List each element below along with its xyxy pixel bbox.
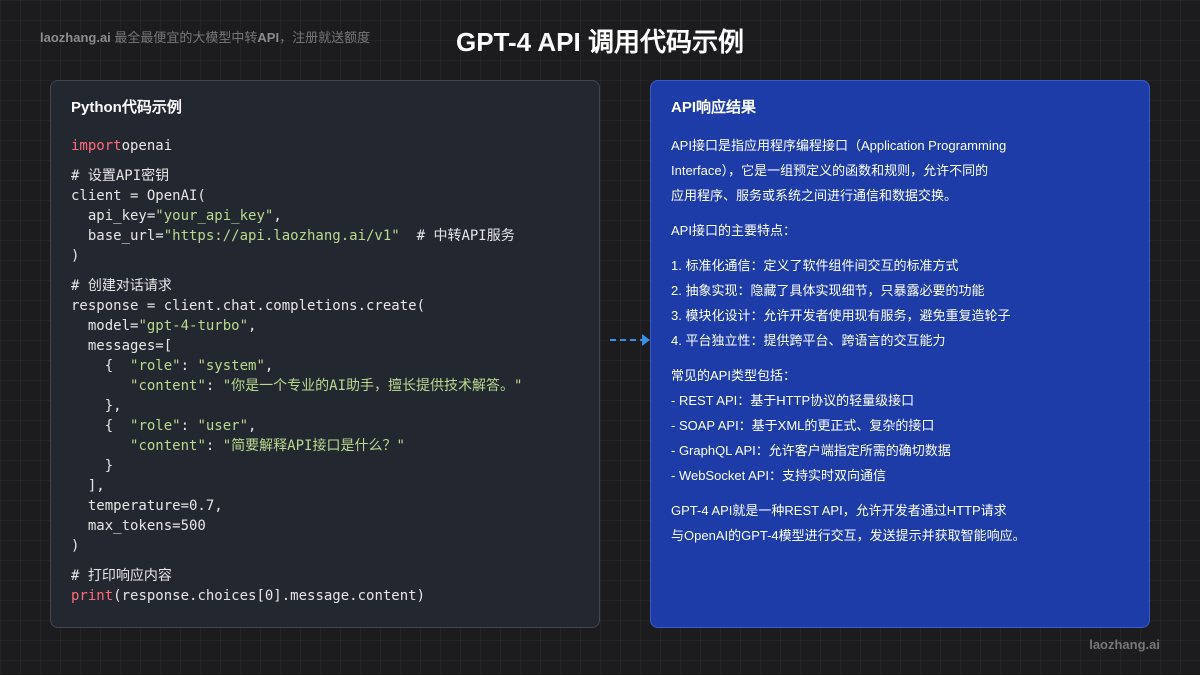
code-line: api_key="your_api_key", [71, 206, 587, 226]
response-line: 1. 标准化通信：定义了软件组件间交互的标准方式 [671, 258, 959, 273]
code-token: # 中转API服务 [399, 228, 515, 244]
code-token: "content" [130, 378, 206, 394]
response-gap [671, 211, 1131, 221]
code-line: "content": "简要解释API接口是什么？" [71, 436, 587, 456]
response-gap [671, 246, 1131, 256]
connector-arrow-icon [642, 334, 650, 346]
code-token: { [71, 418, 131, 434]
code-token: api_key= [71, 208, 156, 224]
code-token: { [71, 358, 131, 374]
footer-brand: laozhang.ai [1089, 637, 1160, 652]
code-token: client = OpenAI( [71, 188, 206, 204]
code-line: ], [71, 476, 587, 496]
code-token: import [71, 138, 122, 154]
code-token: : [205, 438, 223, 454]
response-body: API接口是指应用程序编程接口（Application Programming I… [671, 136, 1131, 551]
code-line: } [71, 456, 587, 476]
code-token: # 打印响应内容 [71, 568, 172, 584]
code-token: temperature=0.7, [71, 498, 223, 514]
code-token: # 创建对话请求 [71, 278, 172, 294]
code-token: }, [71, 398, 122, 414]
response-line: 2. 抽象实现：隐藏了具体实现细节，只暴露必要的功能 [671, 283, 985, 298]
code-token: ) [71, 248, 80, 264]
code-line: # 创建对话请求 [71, 276, 587, 296]
code-token: "你是一个专业的AI助手，擅长提供技术解答。" [222, 378, 523, 394]
code-gap [71, 556, 587, 566]
code-token: print [71, 588, 114, 604]
code-token: : [205, 378, 223, 394]
response-line: GPT-4 API就是一种REST API，允许开发者通过HTTP请求 [671, 503, 1007, 518]
code-line: ) [71, 536, 587, 556]
code-token: ], [71, 478, 105, 494]
page-title: GPT-4 API 调用代码示例 [456, 27, 744, 57]
code-panel: Python代码示例 importopenai # 设置API密钥 client =… [50, 80, 600, 628]
code-token: "content" [130, 438, 206, 454]
code-line: ) [71, 246, 587, 266]
connector-line [610, 339, 646, 341]
code-token: , [264, 358, 274, 374]
code-token: "role" [130, 358, 181, 374]
code-line: # 设置API密钥 [71, 166, 587, 186]
response-gap [671, 491, 1131, 501]
code-token: } [71, 458, 114, 474]
code-token: (response.choices[0].message.content) [113, 588, 426, 604]
code-line: print(response.choices[0].message.conten… [71, 586, 587, 606]
response-line: 应用程序、服务或系统之间进行通信和数据交换。 [671, 188, 958, 203]
code-token: "role" [130, 418, 181, 434]
code-token: : [180, 418, 198, 434]
response-panel: API响应结果 API接口是指应用程序编程接口（Application Prog… [650, 80, 1150, 628]
code-panel-title: Python代码示例 [71, 99, 182, 116]
code-token: ) [71, 538, 80, 554]
code-line: messages=[ [71, 336, 587, 356]
code-block: importopenai # 设置API密钥 client = OpenAI( ap… [71, 136, 587, 606]
code-line: }, [71, 396, 587, 416]
response-line: - GraphQL API：允许客户端指定所需的确切数据 [671, 443, 951, 458]
code-token: max_tokens=500 [71, 518, 206, 534]
response-line: - REST API：基于HTTP协议的轻量级接口 [671, 393, 915, 408]
code-token: , [248, 418, 257, 434]
response-gap [671, 356, 1131, 366]
code-gap [71, 156, 587, 166]
response-line: - SOAP API：基于XML的更正式、复杂的接口 [671, 418, 935, 433]
response-line: - WebSocket API：支持实时双向通信 [671, 468, 887, 483]
code-token: "user" [197, 418, 249, 434]
code-token: , [248, 318, 257, 334]
code-token: openai [121, 138, 173, 154]
code-line: max_tokens=500 [71, 516, 587, 536]
code-token: "your_api_key" [155, 208, 274, 224]
code-token: base_url= [71, 228, 164, 244]
code-token: response = client.chat.completions.creat… [71, 298, 426, 314]
code-line: model="gpt-4-turbo", [71, 316, 587, 336]
response-line: 与OpenAI的GPT-4模型进行交互，发送提示并获取智能响应。 [671, 528, 1026, 543]
code-token: # 设置API密钥 [71, 168, 170, 184]
response-line: 4. 平台独立性：提供跨平台、跨语言的交互能力 [671, 333, 946, 348]
code-token: "简要解释API接口是什么？" [222, 438, 405, 454]
code-token: , [273, 208, 282, 224]
code-line: { "role": "system", [71, 356, 587, 376]
code-token: messages=[ [71, 338, 173, 354]
code-token: "system" [197, 358, 265, 374]
code-line: { "role": "user", [71, 416, 587, 436]
code-line: "content": "你是一个专业的AI助手，擅长提供技术解答。" [71, 376, 587, 396]
response-panel-title: API响应结果 [671, 99, 757, 116]
code-token: model= [71, 318, 139, 334]
code-line: importopenai [71, 136, 587, 156]
code-line: response = client.chat.completions.creat… [71, 296, 587, 316]
response-line: 常见的API类型包括： [671, 368, 796, 383]
code-line: client = OpenAI( [71, 186, 587, 206]
response-line: API接口的主要特点： [671, 223, 796, 238]
response-line: Interface），它是一组预定义的函数和规则，允许不同的 [671, 163, 989, 178]
code-line: temperature=0.7, [71, 496, 587, 516]
response-line: 3. 模块化设计：允许开发者使用现有服务，避免重复造轮子 [671, 308, 1011, 323]
code-gap [71, 266, 587, 276]
response-line: API接口是指应用程序编程接口（Application Programming [671, 138, 1007, 153]
code-line: base_url="https://api.laozhang.ai/v1" # … [71, 226, 587, 246]
code-token: "https://api.laozhang.ai/v1" [163, 228, 400, 244]
code-token: : [180, 358, 198, 374]
code-token: "gpt-4-turbo" [138, 318, 249, 334]
code-line: # 打印响应内容 [71, 566, 587, 586]
